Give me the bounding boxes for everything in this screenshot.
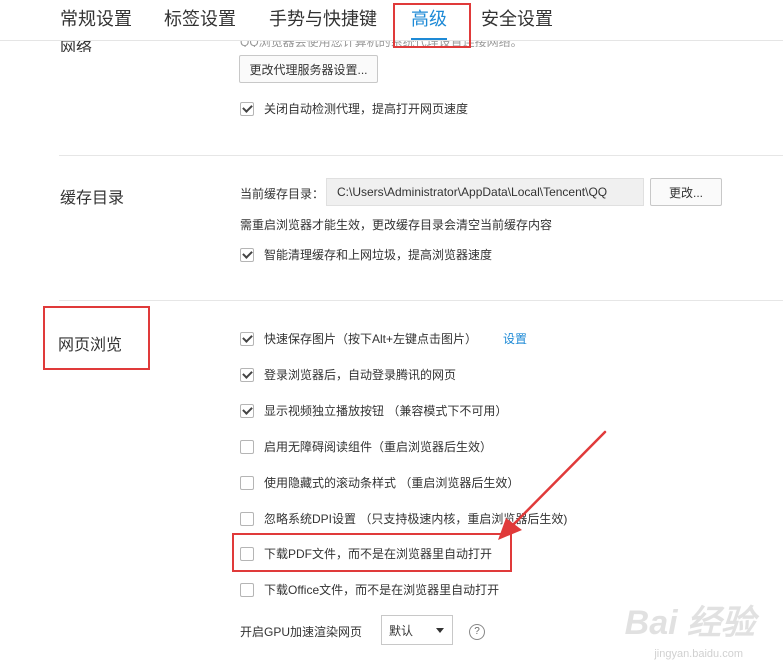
baidu-watermark-logo: Bai 经验 <box>624 604 755 642</box>
annotation-arrow-icon <box>498 430 607 540</box>
settings-tab-bar: 常规设置 标签设置 手势与快捷键 高级 安全设置 <box>0 0 783 41</box>
tab-general[interactable]: 常规设置 <box>60 0 132 40</box>
tab-security[interactable]: 安全设置 <box>481 0 553 40</box>
tab-tabs[interactable]: 标签设置 <box>164 0 236 40</box>
baidu-watermark-url: jingyan.baidu.com <box>654 648 743 660</box>
tab-gestures-shortcuts[interactable]: 手势与快捷键 <box>269 0 377 40</box>
annotation-box-advanced-tab <box>393 3 471 48</box>
